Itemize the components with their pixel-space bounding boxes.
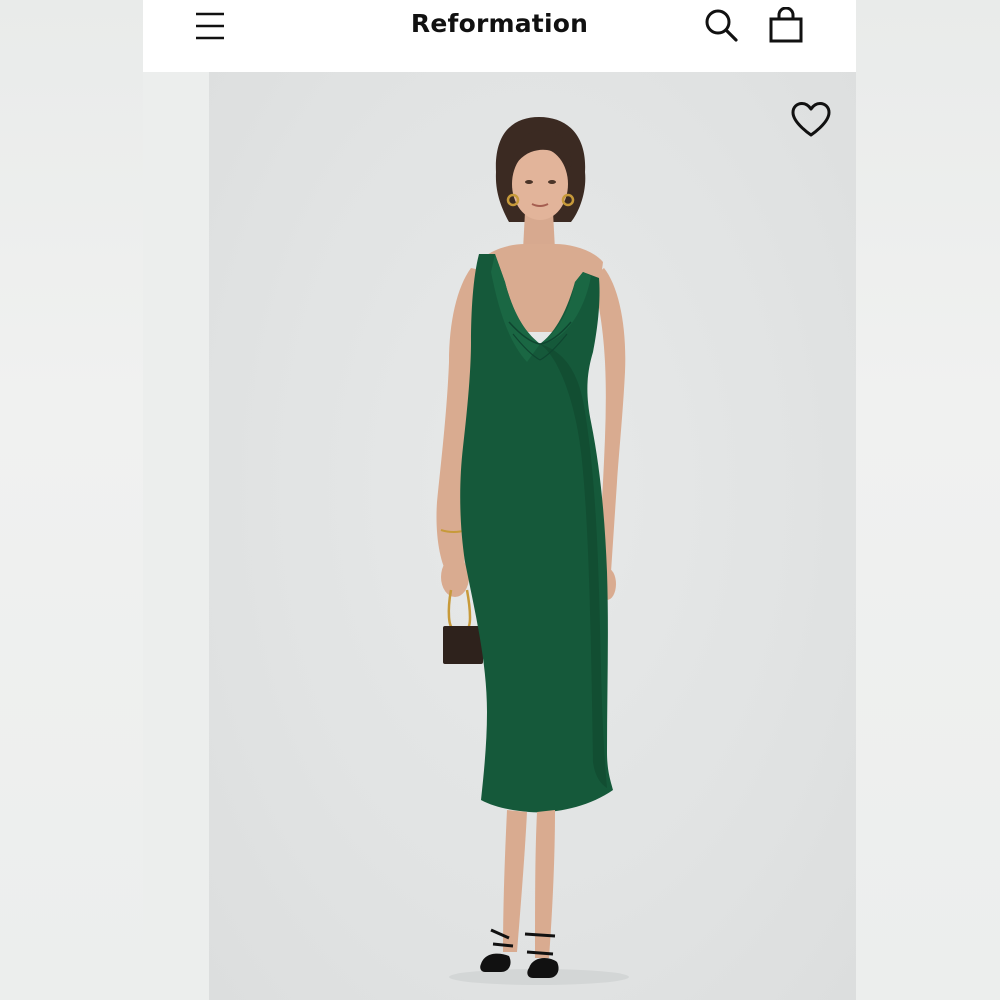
- product-image-gallery[interactable]: [143, 72, 856, 1000]
- heart-outline-icon[interactable]: [790, 101, 832, 139]
- brand-logo[interactable]: Reformation: [143, 9, 856, 38]
- product-photo[interactable]: [209, 72, 856, 1000]
- backdrop-right: [856, 0, 1000, 1000]
- mobile-screen: Reformation: [143, 0, 856, 1000]
- shopping-bag-icon[interactable]: [767, 6, 805, 43]
- top-navigation-bar: Reformation: [143, 0, 856, 72]
- previous-image-peek[interactable]: [143, 72, 209, 1000]
- search-icon[interactable]: [703, 7, 739, 43]
- model-in-green-dress-illustration: [436, 117, 629, 985]
- backdrop-left: [0, 0, 143, 1000]
